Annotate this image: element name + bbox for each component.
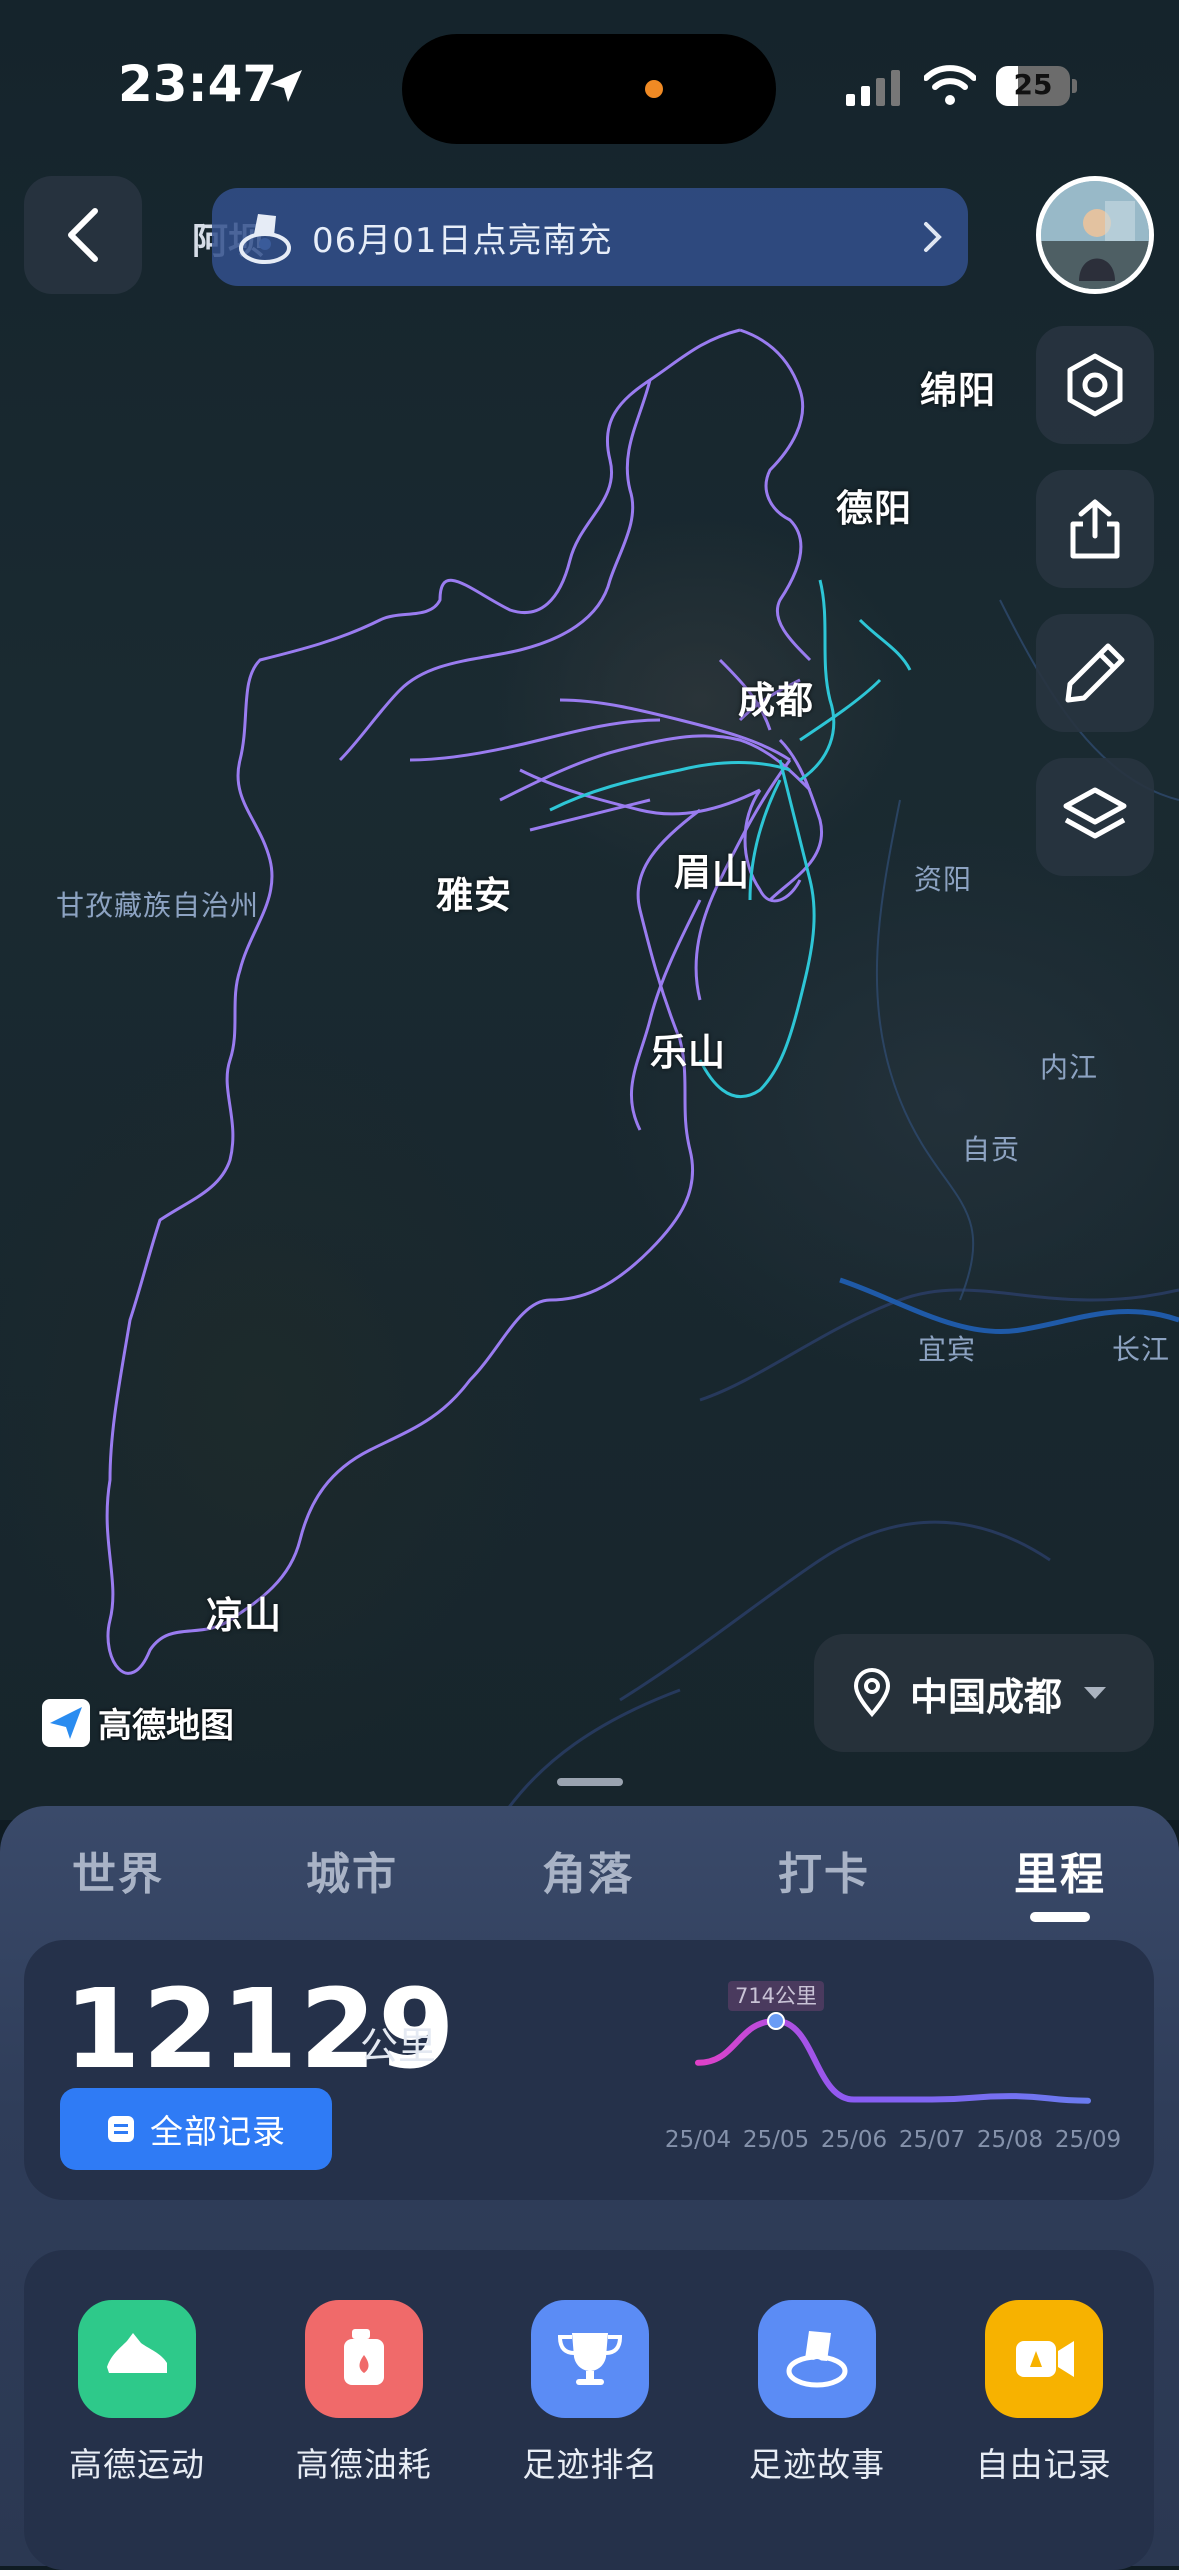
- x-tick-label: 25/07: [899, 2127, 965, 2153]
- back-button[interactable]: [24, 176, 142, 294]
- all-records-button[interactable]: 全部记录: [60, 2088, 332, 2170]
- city-label-mianyang: 绵阳: [920, 369, 996, 412]
- city-label-liangshan: 凉山: [206, 1594, 282, 1637]
- chevron-right-icon: [924, 222, 942, 252]
- trophy-icon: [531, 2300, 650, 2418]
- shortcut-shoe[interactable]: 高德运动: [37, 2300, 237, 2486]
- x-tick-label: 25/05: [743, 2127, 809, 2153]
- mileage-chart: 714公里 25/04 25/05 25/06 25/07 25/08 25/09: [650, 1975, 1130, 2155]
- region-label-ganzi: 甘孜藏族自治州: [56, 889, 260, 922]
- all-records-label: 全部记录: [150, 2112, 286, 2151]
- amap-logo: 高德地图: [42, 1698, 234, 1747]
- mileage-unit: 公里: [360, 2024, 437, 2068]
- banner-text: 06月01日点亮南充: [312, 220, 613, 261]
- share-icon: [1070, 499, 1120, 559]
- tab-world[interactable]: 世界: [72, 1838, 164, 1902]
- shortcut-trophy[interactable]: 足迹排名: [490, 2300, 690, 2486]
- location-label: 中国成都: [910, 1674, 1063, 1719]
- document-icon: [108, 2116, 134, 2142]
- achievement-banner[interactable]: 06月01日点亮南充: [212, 188, 968, 286]
- region-label-ziyang: 资阳: [914, 863, 973, 896]
- active-tab-indicator: [1030, 1912, 1090, 1922]
- region-label-yibin: 宜宾: [918, 1333, 977, 1366]
- peak-annotation-label: 714公里: [735, 1984, 817, 2008]
- city-label-leshan: 乐山: [650, 1031, 726, 1074]
- city-label-deyang: 德阳: [836, 487, 912, 530]
- share-button[interactable]: [1036, 470, 1154, 588]
- mileage-series-line: [695, 2017, 1091, 2104]
- region-label-changjiang: 长江: [1112, 1333, 1171, 1366]
- pencil-icon: [1065, 643, 1125, 703]
- x-tick-label: 25/08: [977, 2127, 1043, 2153]
- caret-down-icon: [1084, 1687, 1107, 1699]
- city-label-meishan: 眉山: [674, 851, 750, 894]
- region-label-zigong: 自贡: [962, 1133, 1021, 1166]
- shortcut-fuel-can[interactable]: 高德油耗: [264, 2300, 464, 2486]
- tab-city[interactable]: 城市: [306, 1838, 398, 1902]
- wifi-icon: [923, 64, 977, 110]
- battery-icon: 25: [996, 66, 1078, 106]
- x-tick-label: 25/06: [821, 2127, 887, 2153]
- shortcut-label: 足迹故事: [748, 2445, 885, 2484]
- layers-icon: [1063, 787, 1127, 839]
- shortcut-label: 高德运动: [68, 2445, 205, 2484]
- tab-mileage[interactable]: 里程: [1014, 1838, 1106, 1902]
- amap-logo-icon: [42, 1698, 90, 1747]
- edit-button[interactable]: [1036, 614, 1154, 732]
- peak-point: [767, 2012, 785, 2030]
- location-arrow-icon: [266, 66, 306, 110]
- tab-checkin[interactable]: 打卡: [778, 1838, 870, 1902]
- video-icon: [984, 2300, 1103, 2418]
- fuel-can-icon: [304, 2300, 423, 2418]
- story-icon: [757, 2300, 876, 2418]
- avatar-photo: [1041, 181, 1149, 289]
- location-pin-icon: [853, 1668, 891, 1718]
- settings-button[interactable]: [1036, 326, 1154, 444]
- layers-button[interactable]: [1036, 758, 1154, 876]
- shortcut-label: 自由记录: [975, 2445, 1112, 2484]
- mileage-chart-svg: 714公里 25/04 25/05 25/06 25/07 25/08 25/09: [665, 1981, 1121, 2153]
- region-label-neijiang: 内江: [1040, 1051, 1099, 1084]
- chevron-left-icon: [68, 208, 98, 262]
- privacy-indicator-icon: [645, 80, 663, 98]
- amap-logo-text: 高德地图: [98, 1706, 234, 1746]
- banner-mascot-icon: [232, 204, 298, 274]
- shortcut-label: 足迹排名: [522, 2445, 659, 2484]
- sheet-drag-handle[interactable]: [557, 1778, 623, 1786]
- status-time: 23:47: [118, 55, 278, 113]
- tab-corner[interactable]: 角落: [542, 1838, 634, 1902]
- shortcut-label: 高德油耗: [295, 2445, 432, 2484]
- x-tick-label: 25/09: [1055, 2127, 1121, 2153]
- location-selector[interactable]: 中国成都: [814, 1634, 1154, 1752]
- x-tick-label: 25/04: [665, 2127, 731, 2153]
- city-label-chengdu: 成都: [738, 679, 814, 722]
- battery-level: 25: [1013, 68, 1053, 101]
- shortcut-story[interactable]: 足迹故事: [717, 2300, 917, 2486]
- shortcut-video[interactable]: 自由记录: [944, 2300, 1144, 2486]
- tab-bar: 世界 城市 角落 打卡 里程: [0, 1838, 1179, 1938]
- avatar[interactable]: [1036, 176, 1154, 294]
- city-label-yaan: 雅安: [436, 874, 512, 917]
- shoe-icon: [77, 2300, 196, 2418]
- dynamic-island: [402, 34, 776, 144]
- cellular-signal-icon: [846, 70, 902, 112]
- hexagon-settings-icon: [1067, 353, 1123, 417]
